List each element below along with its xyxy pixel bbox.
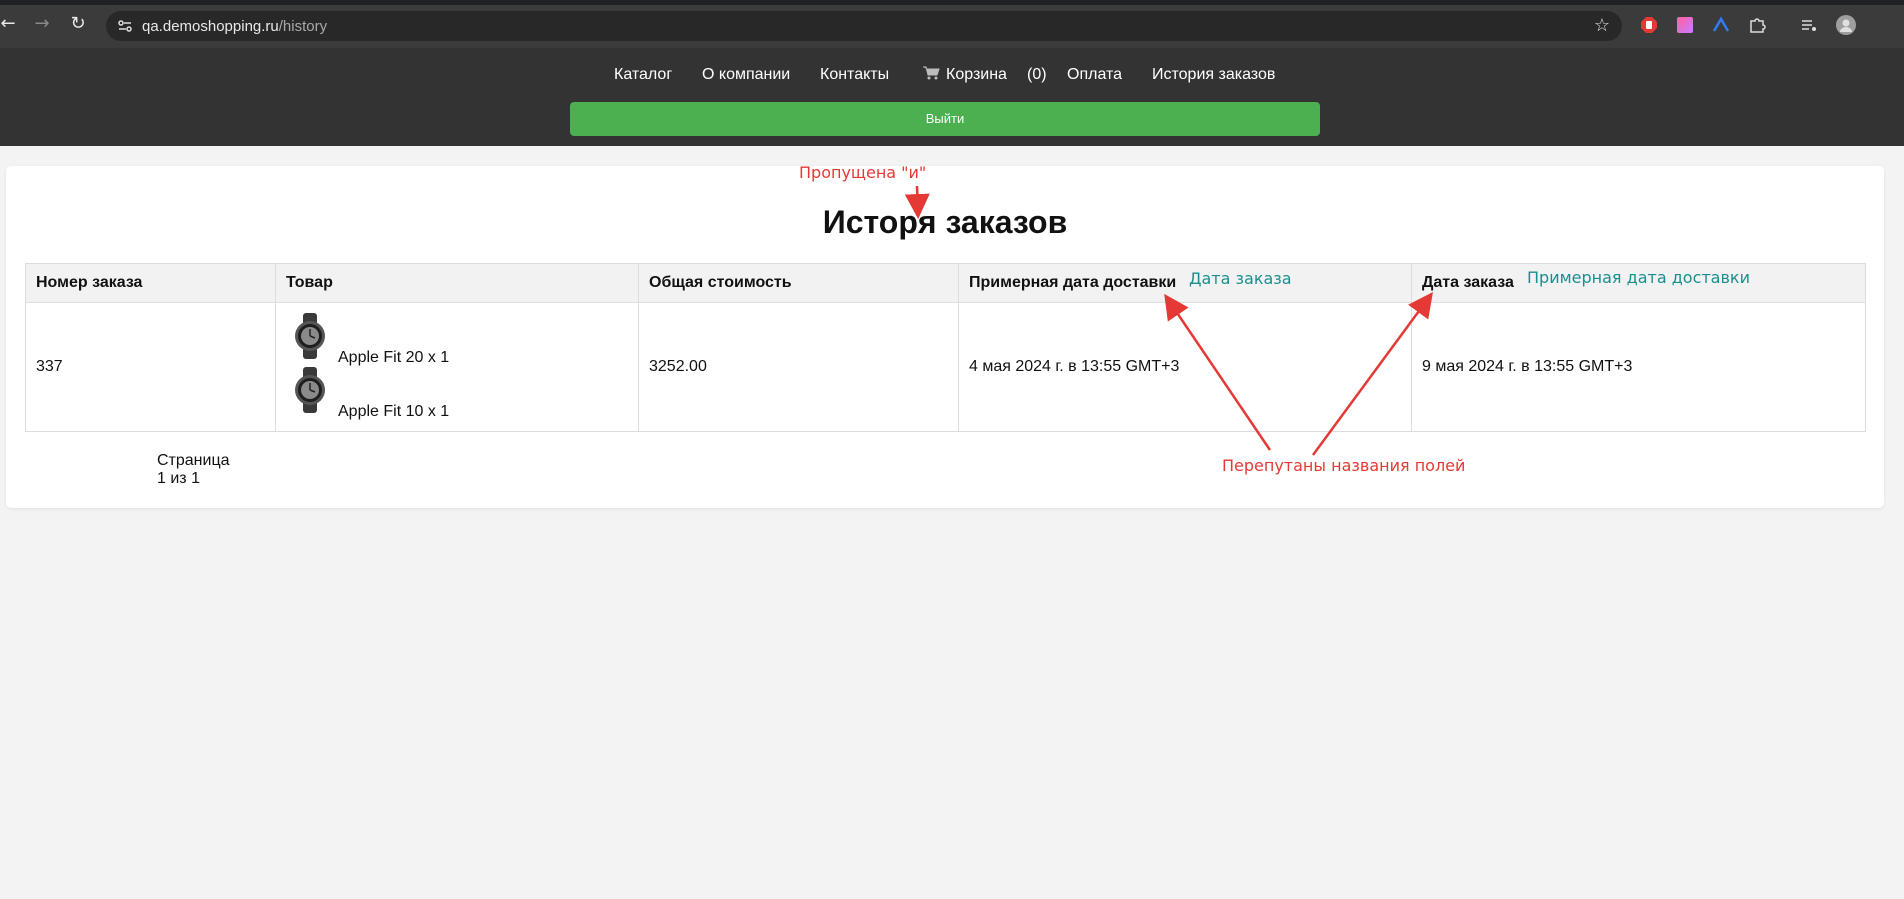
header-estimated-delivery: Примерная дата доставки — [958, 263, 1412, 303]
reload-icon[interactable]: ↻ — [68, 14, 88, 34]
nav-cart-label: Корзина — [946, 66, 1007, 83]
profile-avatar-icon[interactable] — [1836, 15, 1856, 35]
pagination-label: Страница — [157, 452, 230, 469]
color-extension-icon[interactable] — [1676, 16, 1694, 34]
annotation-correct-col5: Примерная дата доставки — [1527, 268, 1750, 287]
star-icon[interactable]: ☆ — [1594, 15, 1610, 36]
media-controls-icon[interactable] — [1800, 16, 1818, 34]
nav-cart[interactable]: Корзина — [922, 66, 1007, 84]
content-card: Истоpя заказов Номер заказа Товар Общая … — [6, 166, 1884, 508]
product-name: Apple Fit 20 x 1 — [338, 349, 450, 366]
logout-button[interactable]: Выйти — [570, 102, 1320, 136]
product-item: Apple Fit 20 x 1 — [286, 313, 628, 367]
url-host: qa.demoshopping.ru — [142, 18, 279, 35]
pagination-value: 1 из 1 — [157, 470, 200, 487]
page-title: Истоpя заказов — [822, 204, 1068, 240]
header-total: Общая стоимость — [638, 263, 959, 303]
nav-order-history[interactable]: История заказов — [1152, 66, 1275, 84]
nav-about[interactable]: О компании — [702, 66, 790, 84]
cell-total: 3252.00 — [638, 302, 959, 432]
cell-order-date: 9 мая 2024 г. в 13:55 GMT+3 — [1411, 302, 1866, 432]
cell-products: Apple Fit 20 x 1 Apple Fit 10 x 1 — [275, 302, 639, 432]
cart-count: (0) — [1027, 66, 1047, 83]
main-menu: Каталог О компании Контакты Корзина (0) … — [0, 66, 1904, 90]
annotation-correct-col4: Дата заказа — [1189, 269, 1292, 288]
nav-catalog[interactable]: Каталог — [614, 66, 672, 84]
cell-estimated-delivery: 4 мая 2024 г. в 13:55 GMT+3 — [958, 302, 1412, 432]
url-text: qa.demoshopping.ru/history — [142, 18, 327, 35]
header-product: Товар — [275, 263, 639, 303]
adblock-extension-icon[interactable] — [1640, 16, 1658, 34]
pagination: Страница 1 из 1 — [157, 452, 230, 488]
header-order-number: Номер заказа — [25, 263, 276, 303]
tab-strip — [0, 0, 1904, 5]
cell-order-number: 337 — [25, 302, 276, 432]
watch-thumbnail — [295, 313, 325, 359]
table-row: 337 Apple Fit 20 x 1 Apple Fit 10 x 1 32… — [25, 302, 1866, 432]
site-header: Каталог О компании Контакты Корзина (0) … — [0, 48, 1904, 146]
nav-payment[interactable]: Оплата — [1067, 66, 1122, 84]
arrow-left-icon[interactable]: ← — [0, 14, 18, 34]
arrow-right-icon[interactable]: → — [32, 14, 52, 34]
browser-toolbar: ← → ↻ qa.demoshopping.ru/history ☆ — [0, 0, 1904, 48]
orders-table: Номер заказа Товар Общая стоимость Приме… — [25, 263, 1866, 432]
puzzle-extensions-icon[interactable] — [1748, 16, 1766, 34]
cart-icon — [923, 66, 940, 80]
site-settings-icon[interactable] — [116, 17, 134, 35]
watch-thumbnail — [295, 367, 325, 413]
nav-contacts[interactable]: Контакты — [820, 66, 889, 84]
annotation-swapped-fields: Перепутаны названия полей — [1222, 456, 1466, 475]
product-item: Apple Fit 10 x 1 — [286, 367, 628, 421]
address-bar[interactable]: qa.demoshopping.ru/history ☆ — [106, 11, 1622, 41]
url-path: /history — [278, 18, 328, 35]
product-name: Apple Fit 10 x 1 — [338, 403, 450, 420]
annotation-missing-letter: Пропущена "и" — [799, 163, 927, 182]
translate-extension-icon[interactable] — [1712, 16, 1730, 34]
